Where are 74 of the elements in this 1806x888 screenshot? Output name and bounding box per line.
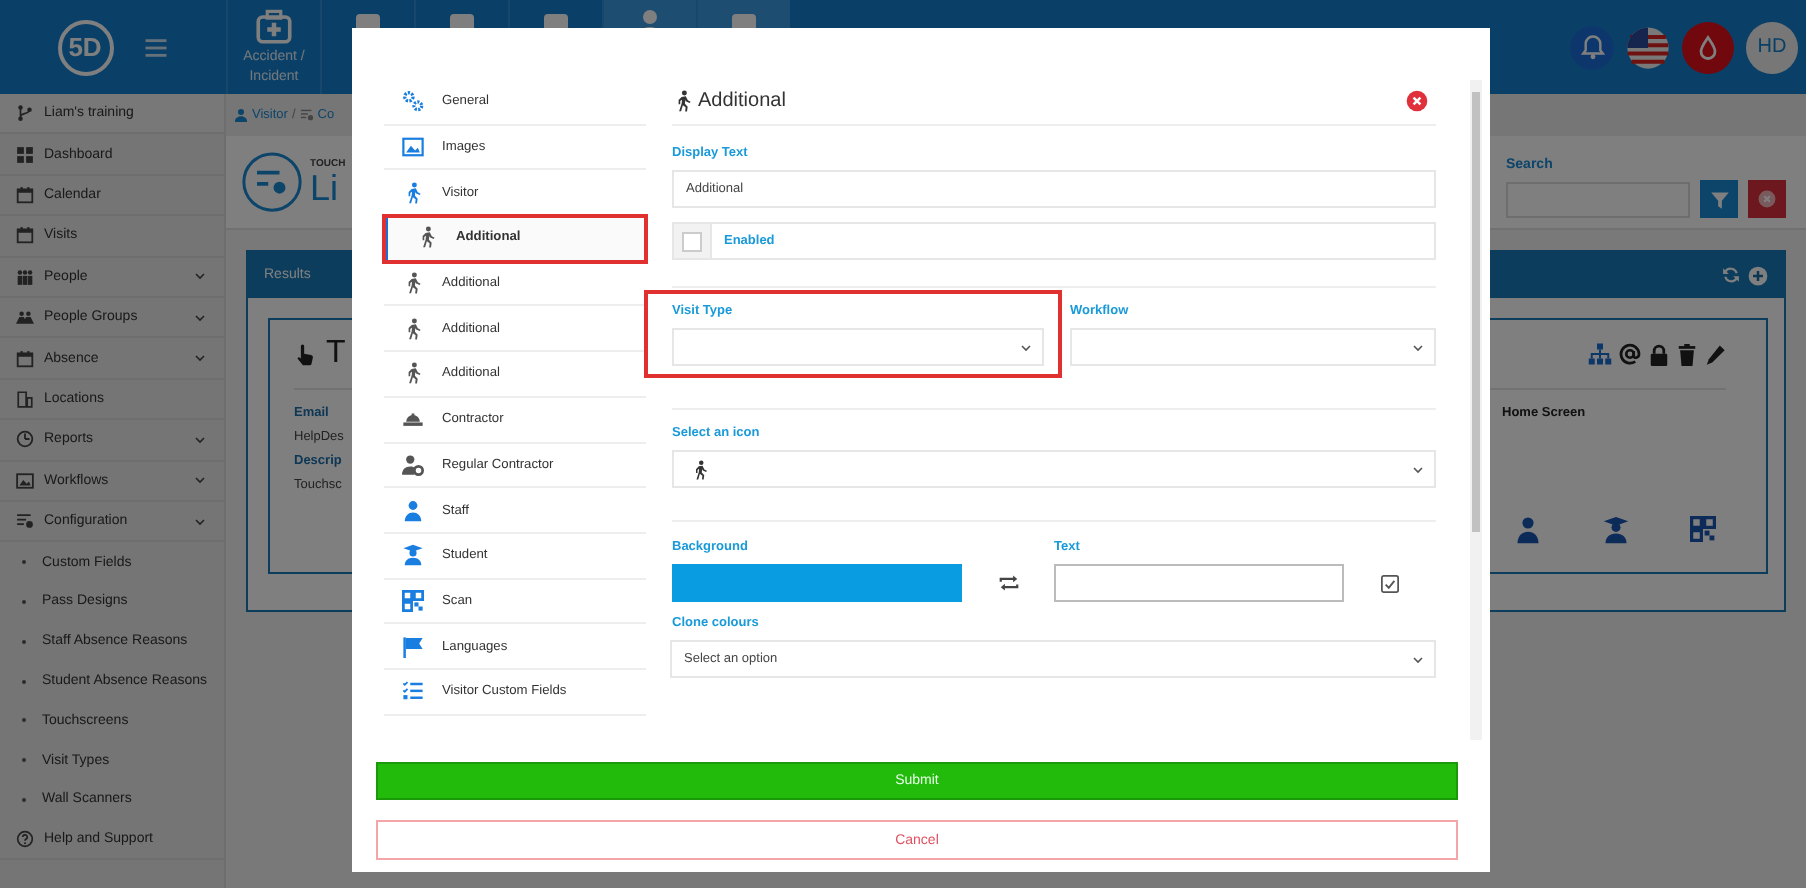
walker-icon	[690, 459, 710, 479]
us-flag-icon	[1626, 25, 1670, 69]
graduate-icon	[1602, 516, 1630, 544]
clear-button[interactable]	[1748, 180, 1786, 218]
funnel-icon	[1709, 189, 1729, 209]
check-square-icon	[1380, 573, 1401, 593]
close-button[interactable]	[1406, 89, 1428, 111]
gear-icon	[401, 90, 423, 113]
close-circle-icon	[1406, 89, 1428, 111]
icon-select[interactable]	[672, 450, 1436, 488]
chevron-down-icon	[1410, 461, 1426, 477]
menu-icon	[141, 33, 169, 61]
hand-icon	[294, 343, 316, 365]
chevron-down-icon	[192, 350, 208, 367]
flag-icon	[401, 635, 423, 658]
graduate-icon	[401, 544, 423, 567]
checklist-icon	[401, 680, 423, 703]
qr-icon	[1690, 516, 1716, 542]
user-icon	[234, 108, 248, 122]
building-icon	[16, 389, 34, 408]
chevron-down-icon	[192, 513, 208, 530]
first-aid-icon	[256, 8, 292, 45]
page-title: Li	[310, 170, 341, 206]
chevron-down-icon	[192, 431, 208, 448]
user-avatar[interactable]: HD	[1746, 21, 1798, 73]
drop-icon	[1694, 33, 1722, 61]
chevron-down-icon	[192, 472, 208, 489]
pencil-icon	[1704, 343, 1726, 365]
list-circle-icon	[242, 152, 302, 212]
visit-type-select[interactable]	[672, 328, 1044, 366]
qr-icon	[401, 589, 423, 612]
scrollbar[interactable]	[1470, 80, 1482, 740]
chevron-down-icon	[1018, 339, 1034, 355]
grid-icon	[16, 145, 34, 164]
checkbox[interactable]	[682, 231, 702, 251]
persongear-icon	[401, 453, 423, 476]
sitemap-icon	[1588, 342, 1612, 366]
close-circle-icon	[1758, 190, 1776, 208]
person-icon	[1514, 516, 1542, 544]
alert-button[interactable]	[1682, 21, 1734, 73]
people-icon	[16, 267, 34, 286]
chevron-down-icon	[1410, 651, 1426, 667]
card-title: T	[326, 336, 346, 372]
plus-circle-icon	[1748, 265, 1768, 285]
calendar-icon	[16, 349, 34, 368]
refresh-icon	[1722, 266, 1740, 284]
language-button[interactable]	[1626, 25, 1670, 69]
chevron-down-icon	[192, 268, 208, 285]
group-icon	[16, 308, 34, 327]
chevron-down-icon	[192, 309, 208, 326]
bell-icon	[1579, 34, 1605, 60]
filter-button[interactable]	[1700, 180, 1738, 218]
logo[interactable]: 5D	[57, 19, 113, 75]
sliders-icon	[16, 512, 34, 531]
background-color-field[interactable]	[672, 564, 963, 602]
trash-icon	[1676, 343, 1698, 365]
image-icon	[401, 136, 423, 159]
notification-button[interactable]	[1570, 25, 1614, 69]
hardhat-icon	[401, 408, 423, 431]
clock-icon	[16, 430, 34, 449]
image-icon	[16, 471, 34, 490]
swap-icon	[997, 572, 1020, 594]
calendar-icon	[16, 226, 34, 245]
sliders-icon	[299, 108, 314, 122]
dialog-title: Additional	[698, 89, 786, 111]
calendar-icon	[16, 185, 34, 204]
chevron-down-icon	[1410, 339, 1426, 355]
help-icon	[16, 830, 34, 849]
branch-icon	[16, 104, 34, 123]
text-color-field[interactable]	[1054, 564, 1345, 602]
person-icon	[401, 499, 423, 522]
at-icon	[1618, 342, 1642, 366]
lock-icon	[1648, 343, 1670, 365]
workflow-select[interactable]	[1070, 328, 1436, 366]
